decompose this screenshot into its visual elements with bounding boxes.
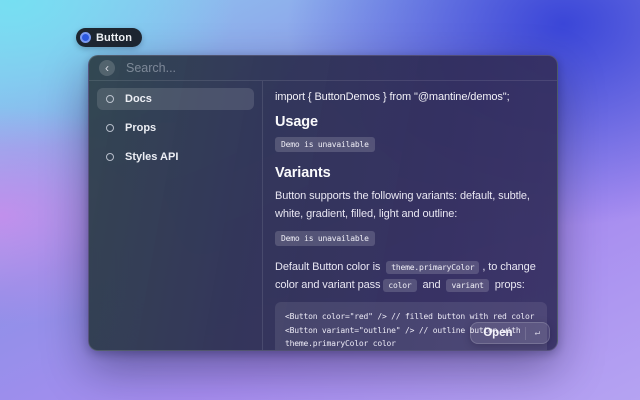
sidebar-item-styles-api[interactable]: Styles API xyxy=(97,146,254,168)
circle-icon xyxy=(106,153,114,161)
color-paragraph: Default Button color is theme.primaryCol… xyxy=(275,259,547,294)
variants-heading: Variants xyxy=(275,165,547,181)
command-tag-button[interactable]: Button xyxy=(76,28,142,47)
button-command-icon xyxy=(80,32,91,43)
command-tag-label: Button xyxy=(96,32,132,44)
variants-paragraph: Button supports the following variants: … xyxy=(275,188,547,223)
color-paragraph-text: and xyxy=(420,279,444,291)
sidebar-item-label: Docs xyxy=(125,93,152,105)
usage-heading: Usage xyxy=(275,114,547,130)
open-button[interactable]: Open ↵ xyxy=(470,322,550,344)
window-body: Docs Props Styles API import { ButtonDem… xyxy=(89,81,557,350)
circle-icon xyxy=(106,95,114,103)
open-button-label: Open xyxy=(471,323,524,343)
demo-unavailable-badge: Demo is unavailable xyxy=(275,231,375,246)
inline-code-color: color xyxy=(383,279,416,292)
docs-content: import { ButtonDemos } from "@mantine/de… xyxy=(263,81,557,350)
docs-palette-window: ‹ Docs Props Styles API import { ButtonD… xyxy=(88,55,558,351)
search-bar: ‹ xyxy=(89,56,557,81)
color-paragraph-text: Default Button color is xyxy=(275,261,383,273)
import-statement: import { ButtonDemos } from "@mantine/de… xyxy=(275,91,547,103)
sidebar: Docs Props Styles API xyxy=(89,81,263,350)
sidebar-item-label: Props xyxy=(125,122,156,134)
demo-unavailable-badge: Demo is unavailable xyxy=(275,137,375,152)
sidebar-item-props[interactable]: Props xyxy=(97,117,254,139)
enter-key-icon: ↵ xyxy=(526,324,549,342)
color-paragraph-text: props: xyxy=(492,279,525,291)
inline-code-theme-primarycolor: theme.primaryColor xyxy=(386,261,479,274)
back-button[interactable]: ‹ xyxy=(99,60,115,76)
inline-code-variant: variant xyxy=(446,279,488,292)
sidebar-item-docs[interactable]: Docs xyxy=(97,88,254,110)
search-input[interactable] xyxy=(124,60,547,76)
circle-icon xyxy=(106,124,114,132)
sidebar-item-label: Styles API xyxy=(125,151,178,163)
